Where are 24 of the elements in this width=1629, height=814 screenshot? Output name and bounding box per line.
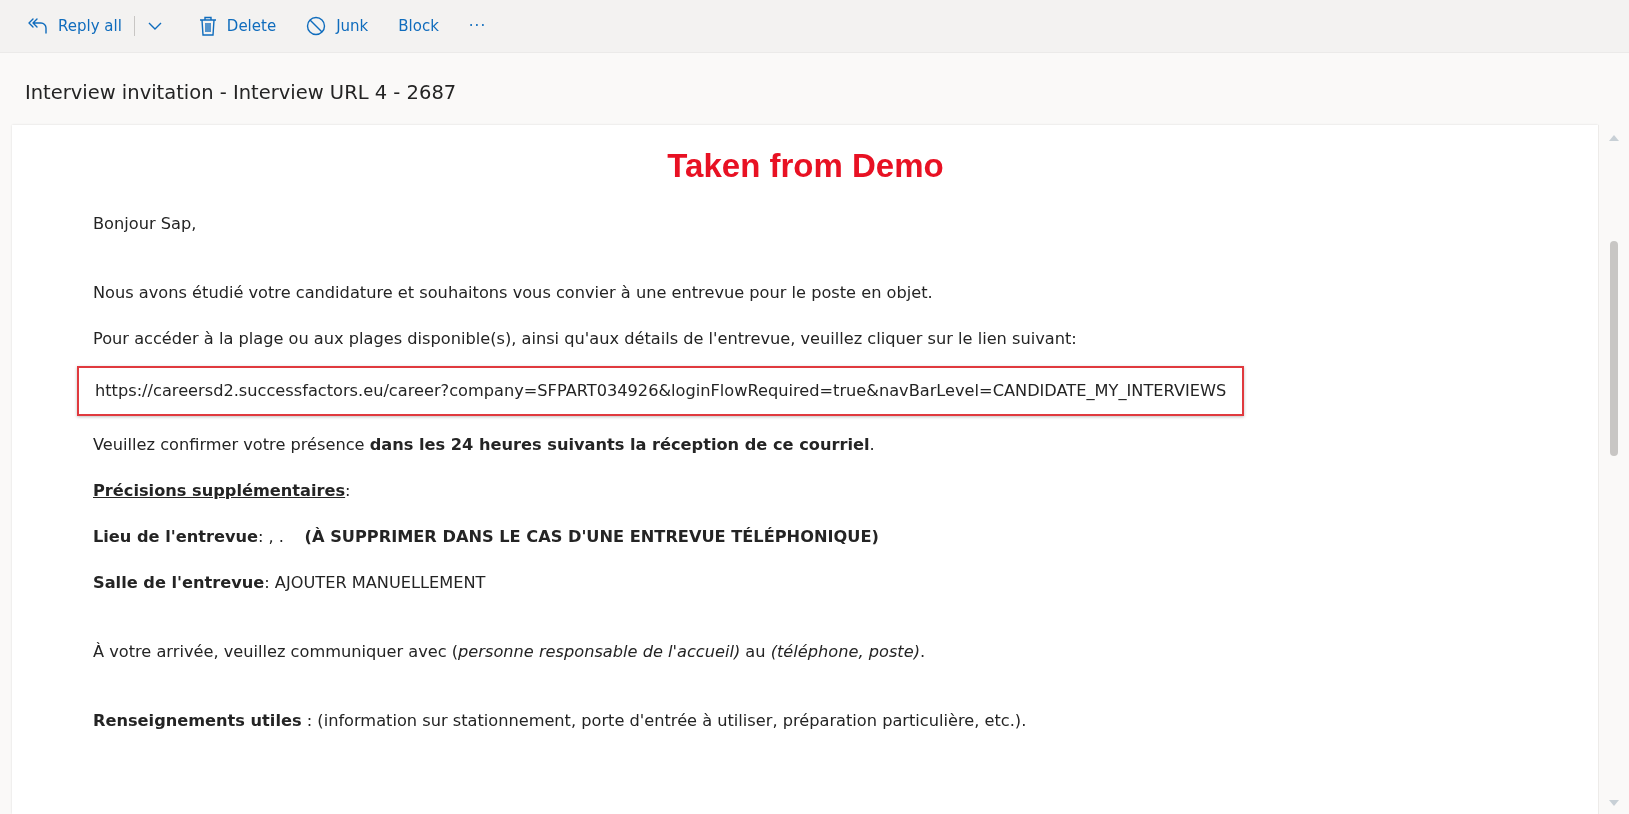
interview-link[interactable]: https://careersd2.successfactors.eu/career?company=SFPART034926&loginFlowRequired=true&navBarLevel=CANDIDATE_MY_INTERVIEWS [95, 381, 1227, 400]
scroll-down-icon [1609, 800, 1619, 806]
delete-button[interactable]: Delete [194, 10, 281, 42]
block-button[interactable]: Block [394, 11, 443, 41]
paragraph: Pour accéder à la plage ou aux plages disponible(s), ainsi qu'aux détails de l'entrevue, veuillez cliquer sur le lien suivant: [93, 328, 1077, 350]
paragraph: Renseignements utiles : (information sur stationnement, porte d'entrée à utiliser, préparation particulière, etc.). [93, 710, 1027, 732]
reply-all-button[interactable]: Reply all [24, 11, 126, 41]
more-button[interactable]: ··· [464, 11, 491, 41]
scrollbar-thumb[interactable] [1610, 241, 1618, 456]
junk-button[interactable]: Junk [302, 10, 373, 42]
annotation-text: Taken from Demo [667, 147, 944, 185]
paragraph: Nous avons étudié votre candidature et souhaitons vous convier à une entrevue pour le poste en objet. [93, 282, 933, 304]
section-heading: Précisions supplémentaires: [93, 480, 351, 502]
paragraph: À votre arrivée, veuillez communiquer avec (personne responsable de l'accueil) au (téléphone, poste). [93, 641, 926, 663]
block-icon [306, 16, 327, 36]
paragraph: Bonjour Sap, [93, 213, 197, 235]
paragraph: Lieu de l'entrevue: , . (À SUPPRIMER DANS LE CAS D'UNE ENTREVUE TÉLÉPHONIQUE) [93, 526, 879, 548]
caret-icon [146, 21, 163, 31]
paragraph: Veuillez confirmer votre présence dans les 24 heures suivants la réception de ce courriel. [93, 434, 875, 456]
paragraph: Salle de l'entrevue: AJOUTER MANUELLEMENT [93, 572, 486, 594]
email-subject: Interview invitation - Interview URL 4 - 2687 [25, 80, 457, 104]
trash-icon [198, 16, 217, 36]
reply-all-icon [28, 17, 48, 35]
scroll-up-icon [1609, 135, 1619, 141]
